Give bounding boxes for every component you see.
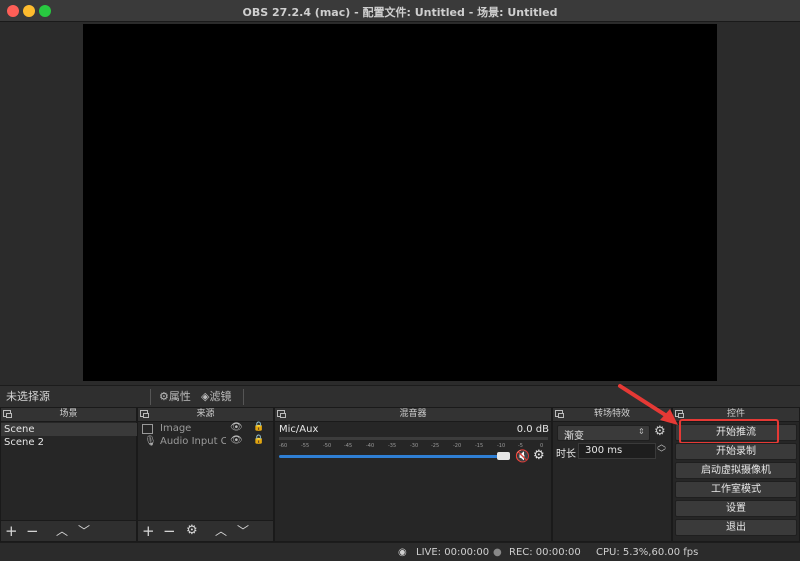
filters-button[interactable]: ◈滤镜 [197,389,235,405]
mic-icon: 🎙 [144,436,157,447]
meter-tick-label: -20 [453,443,462,449]
duration-label: 时长 [556,449,576,460]
rec-status: REC: 00:00:00 [509,547,581,558]
mixer-channel-name: Mic/Aux [279,424,319,435]
start-recording-button[interactable]: 开始录制 [675,443,797,460]
meter-tick-label: -35 [388,443,397,449]
status-bar: ◉ LIVE: 00:00:00 ● REC: 00:00:00 CPU: 5.… [0,542,800,561]
duration-value: 300 ms [585,445,623,456]
meter-tick-label: -40 [366,443,375,449]
studio-mode-button[interactable]: 工作室模式 [675,481,797,498]
move-scene-up-button[interactable]: ︿ [56,521,68,541]
transition-select-value: 渐变 [564,431,584,442]
scene-item[interactable]: Scene 2 [4,436,44,449]
meter-tick-label: -15 [475,443,484,449]
divider [150,389,151,405]
preview-canvas[interactable] [83,24,717,381]
add-scene-button[interactable]: + [5,521,18,541]
lock-icon[interactable]: 🔒 [253,422,264,432]
source-label: Image [160,423,192,434]
window-title: OBS 27.2.4 (mac) - 配置文件: Untitled - 场景: … [242,6,558,19]
exit-button[interactable]: 退出 [675,519,797,536]
properties-button[interactable]: ⚙属性 [155,389,195,405]
dock-float-icon[interactable] [3,410,12,418]
mixer-level: 0.0 dB [516,424,549,435]
gear-icon: ⚙ [159,390,169,403]
record-dot-icon: ● [493,547,502,558]
meter-tick-label: -25 [431,443,440,449]
volume-slider-handle[interactable] [497,452,510,460]
title-bar: OBS 27.2.4 (mac) - 配置文件: Untitled - 场景: … [0,0,800,22]
add-source-button[interactable]: + [142,521,155,541]
volume-slider[interactable] [279,455,509,458]
meter-tick-label: -60 [279,443,288,449]
scenes-dock-title: 场景 [1,408,136,422]
meter-tick-label: -50 [323,443,332,449]
move-source-down-button[interactable]: ﹀ [237,521,249,541]
sources-dock: 来源 Image 👁 🔒 🎙 Audio Input Ca 👁 🔒 + − ⚙ … [137,407,274,542]
volume-meter-scale: -60 -55 -50 -45 -40 -35 -30 -25 -20 -15 -10 -5 0 [279,441,548,450]
scenes-toolbar: + − ︿ ﹀ [1,520,136,541]
selected-source-label: 未选择源 [6,390,50,403]
dock-float-icon[interactable] [555,410,564,418]
filters-label: 滤镜 [209,390,232,403]
sources-toolbar: + − ⚙ ︿ ﹀ [138,520,273,541]
meter-tick-label: -55 [301,443,310,449]
remove-scene-button[interactable]: − [26,521,39,541]
live-status: LIVE: 00:00:00 [416,547,490,558]
volume-meter [279,437,548,440]
live-broadcast-icon: ◉ [398,547,407,558]
dock-float-icon[interactable] [140,410,149,418]
duration-input[interactable]: 300 ms [578,443,656,459]
lock-icon[interactable]: 🔒 [253,435,264,445]
properties-label: 属性 [168,390,191,403]
highlight-box [679,419,779,444]
scenes-dock: 场景 Scene Scene 2 + − ︿ ﹀ [0,407,139,542]
move-source-up-button[interactable]: ︿ [215,521,227,541]
remove-source-button[interactable]: − [163,521,176,541]
divider [243,389,244,405]
dock-float-icon[interactable] [277,410,286,418]
move-scene-down-button[interactable]: ﹀ [78,521,90,541]
settings-button[interactable]: 设置 [675,500,797,517]
mixer-settings-gear-icon[interactable]: ⚙ [533,448,545,463]
mute-icon[interactable]: 🔇 [515,449,530,463]
source-label: Audio Input Ca [160,436,226,447]
annotation-arrow [618,384,678,425]
cpu-status: CPU: 5.3%,60.00 fps [596,547,699,558]
start-virtual-camera-button[interactable]: 启动虚拟摄像机 [675,462,797,479]
duration-stepper[interactable]: ︿ ﹀ [657,441,666,459]
mixer-dock: 混音器 Mic/Aux 0.0 dB -60 -55 -50 -45 -40 -35 -30… [274,407,552,542]
scene-item[interactable]: Scene [1,423,139,436]
eye-icon[interactable]: 👁 [230,422,243,433]
mixer-dock-title: 混音器 [275,408,551,422]
meter-tick-label: -45 [344,443,353,449]
meter-tick-label: -30 [410,443,419,449]
image-icon [142,424,153,434]
meter-tick-label: -10 [497,443,506,449]
sources-dock-title: 来源 [138,408,273,422]
source-item[interactable]: 🎙 Audio Input Ca 👁 🔒 [140,435,273,449]
source-properties-gear-icon[interactable]: ⚙ [186,521,198,541]
eye-icon[interactable]: 👁 [230,435,243,446]
